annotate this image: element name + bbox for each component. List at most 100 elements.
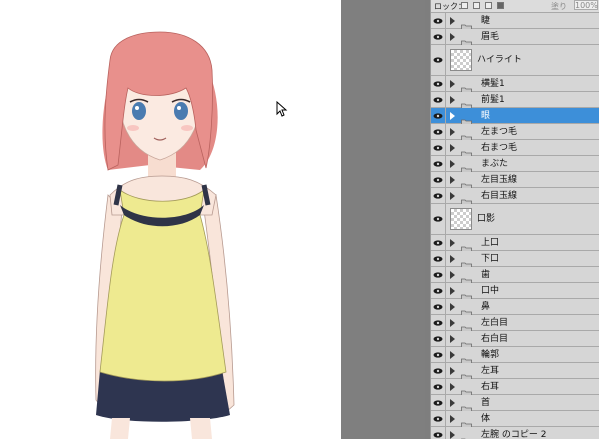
- visibility-eye-icon[interactable]: [431, 283, 446, 298]
- expand-triangle-icon[interactable]: [450, 286, 455, 295]
- expand-triangle-icon[interactable]: [450, 318, 455, 327]
- expand-triangle-icon[interactable]: [450, 16, 455, 25]
- layer-name: 前髪1: [481, 94, 505, 105]
- expand-triangle-icon[interactable]: [450, 270, 455, 279]
- layers-panel: ロック： 塗り 100% 睫眉毛ハイライト横髪1 前髪1 眼左まつ毛 右まつ毛まぶた左…: [430, 0, 599, 439]
- layer-name: 眉毛: [481, 31, 500, 42]
- expand-triangle-icon[interactable]: [450, 127, 455, 136]
- visibility-eye-icon[interactable]: [431, 92, 446, 107]
- layer-name: 右まつ毛: [481, 142, 518, 153]
- visibility-eye-icon[interactable]: [431, 45, 446, 75]
- layer-name: 左耳: [481, 365, 500, 376]
- folder-icon: [461, 431, 472, 439]
- visibility-eye-icon[interactable]: [431, 251, 446, 266]
- layer-name: 上口: [481, 237, 500, 248]
- layer-row[interactable]: 右白目: [431, 331, 599, 350]
- layer-name: 鼻: [481, 301, 491, 312]
- layer-name: 左白目: [481, 317, 509, 328]
- expand-triangle-icon[interactable]: [450, 159, 455, 168]
- layer-row[interactable]: 鼻: [431, 299, 599, 318]
- lock-move-icon[interactable]: [485, 2, 492, 9]
- layer-row[interactable]: 歯: [431, 267, 599, 286]
- lock-bar: ロック： 塗り 100%: [431, 0, 599, 13]
- expand-triangle-icon[interactable]: [450, 302, 455, 311]
- visibility-eye-icon[interactable]: [431, 267, 446, 282]
- visibility-eye-icon[interactable]: [431, 315, 446, 330]
- visibility-eye-icon[interactable]: [431, 411, 446, 426]
- expand-triangle-icon[interactable]: [450, 430, 455, 439]
- layer-row[interactable]: 首: [431, 395, 599, 414]
- document-canvas[interactable]: [0, 0, 341, 439]
- expand-triangle-icon[interactable]: [450, 254, 455, 263]
- visibility-eye-icon[interactable]: [431, 204, 446, 234]
- visibility-eye-icon[interactable]: [431, 188, 446, 203]
- expand-triangle-icon[interactable]: [450, 238, 455, 247]
- layer-row[interactable]: 横髪1: [431, 76, 599, 95]
- visibility-eye-icon[interactable]: [431, 235, 446, 250]
- lock-all-icon[interactable]: [497, 2, 504, 9]
- expand-triangle-icon[interactable]: [450, 382, 455, 391]
- visibility-eye-icon[interactable]: [431, 347, 446, 362]
- layer-row[interactable]: 右目玉線: [431, 188, 599, 207]
- visibility-eye-icon[interactable]: [431, 76, 446, 91]
- layer-row[interactable]: 左耳: [431, 363, 599, 382]
- anime-girl-illustration: [95, 31, 235, 439]
- layer-row[interactable]: 左まつ毛: [431, 124, 599, 143]
- expand-triangle-icon[interactable]: [450, 350, 455, 359]
- expand-triangle-icon[interactable]: [450, 143, 455, 152]
- expand-triangle-icon[interactable]: [450, 398, 455, 407]
- layer-row[interactable]: 口影: [431, 204, 599, 235]
- layer-row[interactable]: 右耳: [431, 379, 599, 398]
- layer-row[interactable]: 体: [431, 411, 599, 430]
- visibility-eye-icon[interactable]: [431, 379, 446, 394]
- layer-thumbnail: [450, 208, 472, 230]
- layer-name: 口中: [481, 285, 500, 296]
- visibility-eye-icon[interactable]: [431, 13, 446, 28]
- layer-row[interactable]: 前髪1: [431, 92, 599, 111]
- layer-row[interactable]: 上口: [431, 235, 599, 254]
- visibility-eye-icon[interactable]: [431, 124, 446, 139]
- layer-row[interactable]: 眼: [431, 108, 599, 127]
- visibility-eye-icon[interactable]: [431, 427, 446, 439]
- expand-triangle-icon[interactable]: [450, 366, 455, 375]
- expand-triangle-icon[interactable]: [450, 334, 455, 343]
- visibility-eye-icon[interactable]: [431, 363, 446, 378]
- expand-triangle-icon[interactable]: [450, 95, 455, 104]
- visibility-eye-icon[interactable]: [431, 395, 446, 410]
- layer-name: 右耳: [481, 381, 500, 392]
- mouse-cursor-icon: [276, 101, 288, 117]
- layer-row[interactable]: 眉毛: [431, 29, 599, 48]
- layer-row[interactable]: 輪郭: [431, 347, 599, 366]
- layer-row[interactable]: 左腕 のコピー 2: [431, 427, 599, 439]
- layer-name: まぶた: [481, 158, 509, 169]
- visibility-eye-icon[interactable]: [431, 156, 446, 171]
- visibility-eye-icon[interactable]: [431, 331, 446, 346]
- expand-triangle-icon[interactable]: [450, 79, 455, 88]
- visibility-eye-icon[interactable]: [431, 108, 446, 123]
- fill-label: 塗り: [551, 2, 567, 11]
- layer-row[interactable]: 左白目: [431, 315, 599, 334]
- layer-row[interactable]: 口中: [431, 283, 599, 302]
- expand-triangle-icon[interactable]: [450, 175, 455, 184]
- lock-transparent-icon[interactable]: [461, 2, 468, 9]
- visibility-eye-icon[interactable]: [431, 172, 446, 187]
- fill-input[interactable]: 100%: [574, 0, 598, 10]
- layer-row[interactable]: 下口: [431, 251, 599, 270]
- expand-triangle-icon[interactable]: [450, 414, 455, 423]
- layer-row[interactable]: 左目玉線: [431, 172, 599, 191]
- expand-triangle-icon[interactable]: [450, 191, 455, 200]
- layer-row[interactable]: 右まつ毛: [431, 140, 599, 159]
- expand-triangle-icon[interactable]: [450, 111, 455, 120]
- canvas-area[interactable]: [0, 0, 425, 439]
- layer-name: 眼: [481, 110, 491, 121]
- visibility-eye-icon[interactable]: [431, 29, 446, 44]
- visibility-eye-icon[interactable]: [431, 140, 446, 155]
- layer-row[interactable]: 睫: [431, 13, 599, 32]
- layer-name: 睫: [481, 15, 491, 26]
- expand-triangle-icon[interactable]: [450, 32, 455, 41]
- lock-brush-icon[interactable]: [473, 2, 480, 9]
- visibility-eye-icon[interactable]: [431, 299, 446, 314]
- layer-name: ハイライト: [477, 55, 522, 65]
- layer-row[interactable]: ハイライト: [431, 45, 599, 76]
- layer-row[interactable]: まぶた: [431, 156, 599, 175]
